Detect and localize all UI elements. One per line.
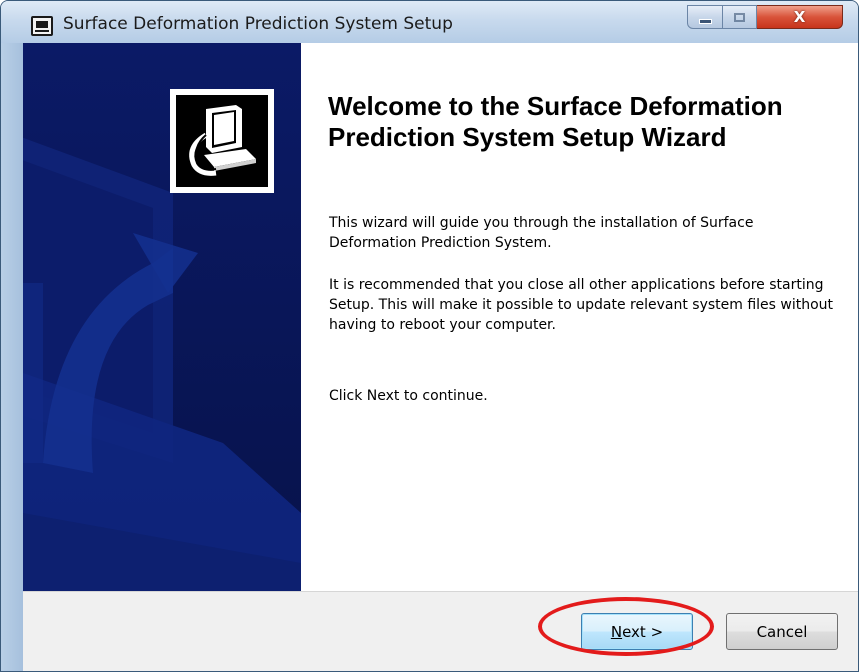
wizard-footer: Next > Cancel [23, 591, 858, 671]
cancel-button[interactable]: Cancel [726, 613, 838, 650]
installer-computer-logo [170, 89, 274, 193]
welcome-heading: Welcome to the Surface Deformation Predi… [328, 91, 783, 152]
maximize-button[interactable] [723, 5, 757, 29]
wizard-content: Welcome to the Surface Deformation Predi… [23, 43, 858, 591]
minimize-icon [698, 18, 712, 24]
recommendation-text: It is recommended that you close all oth… [329, 277, 834, 333]
title-bar[interactable]: Surface Deformation Prediction System Se… [1, 1, 858, 45]
wizard-banner [23, 43, 301, 591]
close-button[interactable]: X [757, 5, 843, 29]
maximize-icon [734, 12, 745, 22]
window-frame-left [1, 43, 23, 671]
continue-instruction: Click Next to continue. [329, 388, 488, 404]
intro-text: This wizard will guide you through the i… [329, 215, 754, 251]
setup-window: Surface Deformation Prediction System Se… [0, 0, 859, 672]
minimize-button[interactable] [687, 5, 723, 29]
window-title: Surface Deformation Prediction System Se… [63, 14, 453, 34]
installer-computer-icon[interactable] [31, 16, 53, 36]
next-button[interactable]: Next > [581, 613, 693, 650]
close-icon: X [793, 7, 806, 26]
next-button-label: Next > [610, 622, 664, 641]
